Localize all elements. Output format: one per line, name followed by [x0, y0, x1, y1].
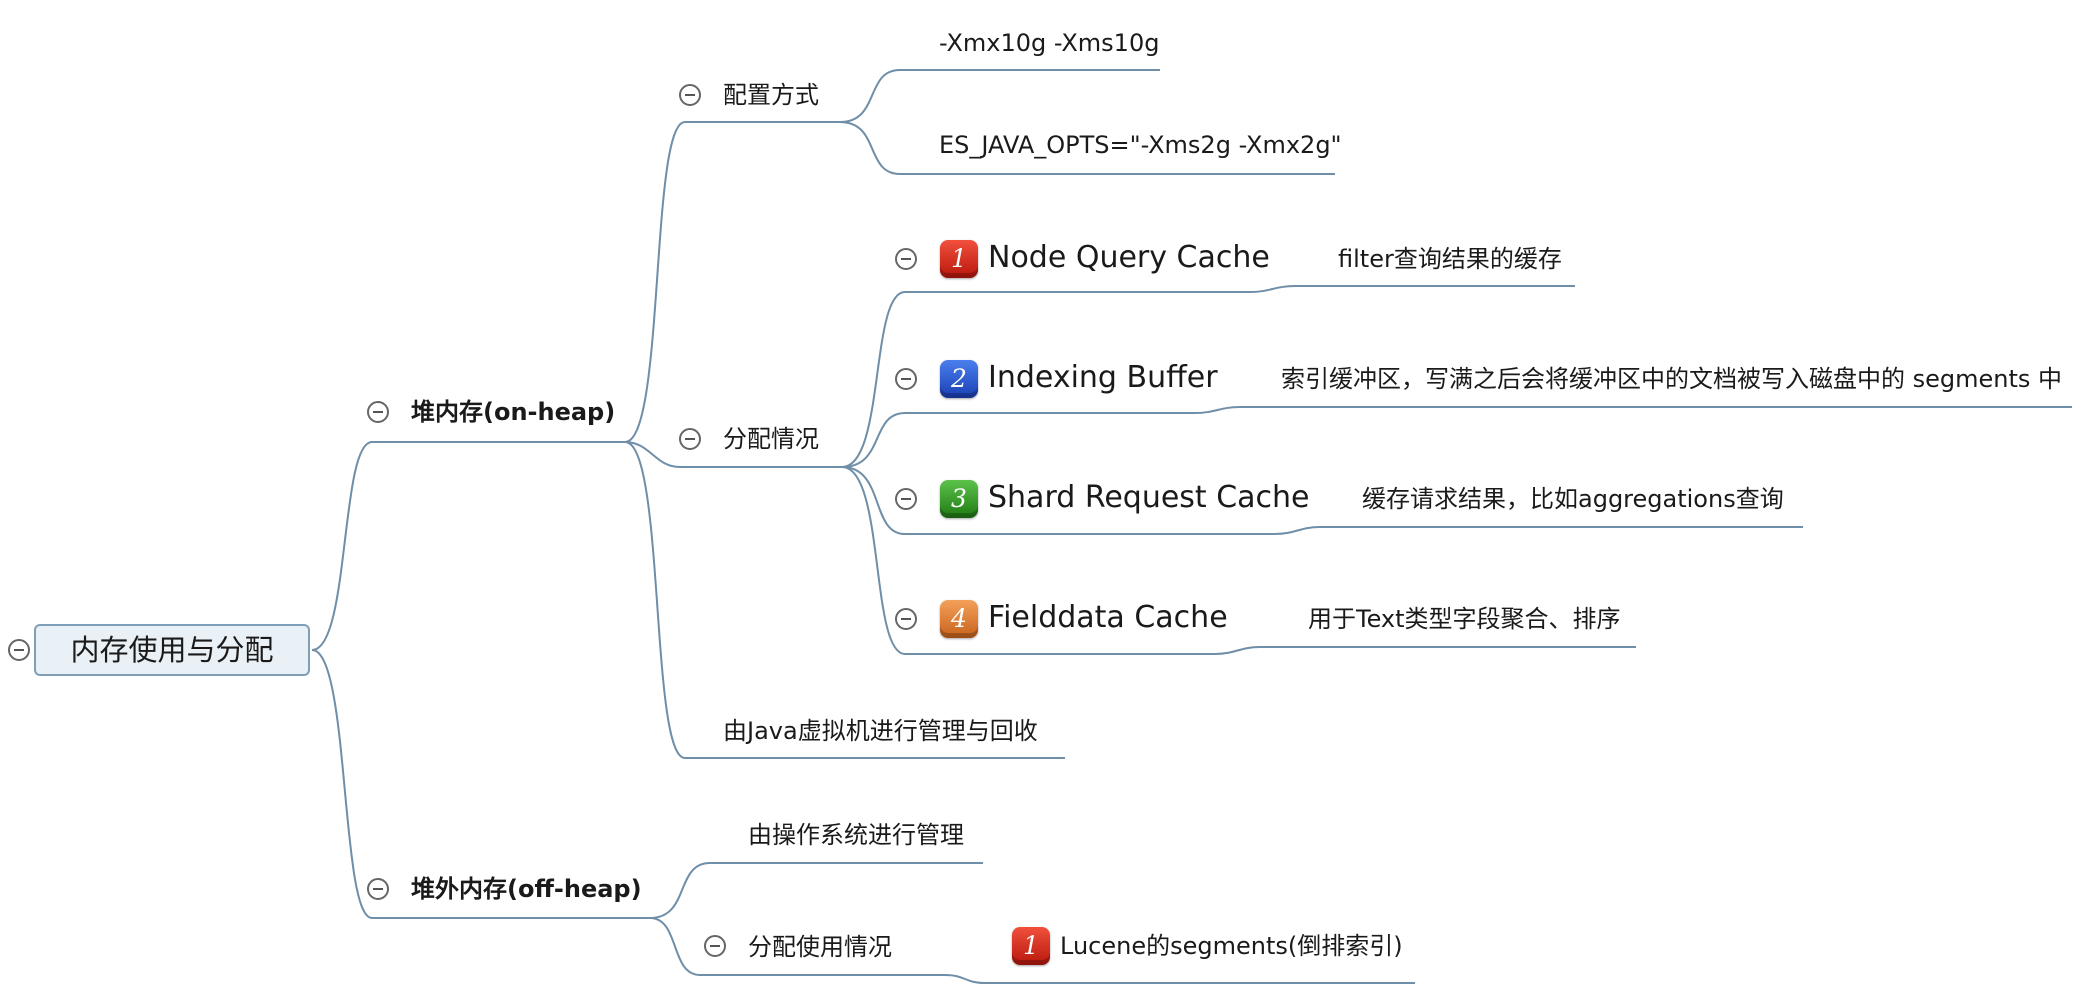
alloc-2-collapse-icon[interactable] [895, 368, 917, 390]
allocation-label[interactable]: 分配情况 [723, 423, 819, 455]
priority-3-icon: 3 [940, 480, 978, 518]
root-node[interactable]: 内存使用与分配 [34, 624, 310, 676]
root-collapse-icon[interactable] [8, 639, 30, 661]
link-config-xmx [839, 69, 1160, 123]
offheap-label[interactable]: 堆外内存(off-heap) [411, 873, 642, 905]
priority-1-icon: 1 [1012, 927, 1050, 965]
mind-map: 内存使用与分配 堆内存(on-heap) 配置方式 -Xmx10g -Xms10… [0, 0, 2094, 1004]
link-onheap-config [624, 121, 840, 443]
link-root-onheap [311, 441, 625, 651]
allocation-collapse-icon[interactable] [679, 428, 701, 450]
alloc-3-collapse-icon[interactable] [895, 488, 917, 510]
config-item-esjava[interactable]: ES_JAVA_OPTS="-Xms2g -Xmx2g" [939, 129, 1342, 161]
usage-label[interactable]: 分配使用情况 [748, 931, 892, 963]
offheap-managed-label[interactable]: 由操作系统进行管理 [748, 819, 964, 851]
config-collapse-icon[interactable] [679, 84, 701, 106]
alloc-3-label[interactable]: Shard Request Cache [988, 478, 1310, 518]
alloc-2-label[interactable]: Indexing Buffer [988, 358, 1218, 398]
onheap-collapse-icon[interactable] [367, 401, 389, 423]
priority-4-icon: 4 [940, 600, 978, 638]
onheap-managed-label[interactable]: 由Java虚拟机进行管理与回收 [723, 715, 1038, 747]
config-item-xmx[interactable]: -Xmx10g -Xms10g [939, 27, 1159, 59]
onheap-label[interactable]: 堆内存(on-heap) [411, 396, 615, 428]
lucene-segments-label[interactable]: Lucene的segments(倒排索引) [1060, 930, 1403, 962]
alloc-4-note[interactable]: 用于Text类型字段聚合、排序 [1308, 603, 1621, 635]
priority-2-icon: 2 [940, 360, 978, 398]
link-usage-lucene [944, 974, 1415, 984]
alloc-4-collapse-icon[interactable] [895, 608, 917, 630]
usage-collapse-icon[interactable] [704, 935, 726, 957]
root-label: 内存使用与分配 [70, 633, 274, 667]
alloc-3-note[interactable]: 缓存请求结果，比如aggregations查询 [1362, 483, 1784, 515]
alloc-2-note[interactable]: 索引缓冲区，写满之后会将缓冲区中的文档被写入磁盘中的 segments 中 [1281, 363, 2062, 395]
link-alloc-2 [841, 406, 2072, 468]
config-label[interactable]: 配置方式 [723, 79, 819, 111]
alloc-1-collapse-icon[interactable] [895, 248, 917, 270]
alloc-1-note[interactable]: filter查询结果的缓存 [1338, 243, 1562, 275]
priority-1-icon: 1 [940, 240, 978, 278]
offheap-collapse-icon[interactable] [367, 878, 389, 900]
alloc-1-label[interactable]: Node Query Cache [988, 238, 1270, 278]
link-offheap-managed [649, 862, 983, 919]
alloc-4-label[interactable]: Fielddata Cache [988, 598, 1228, 638]
